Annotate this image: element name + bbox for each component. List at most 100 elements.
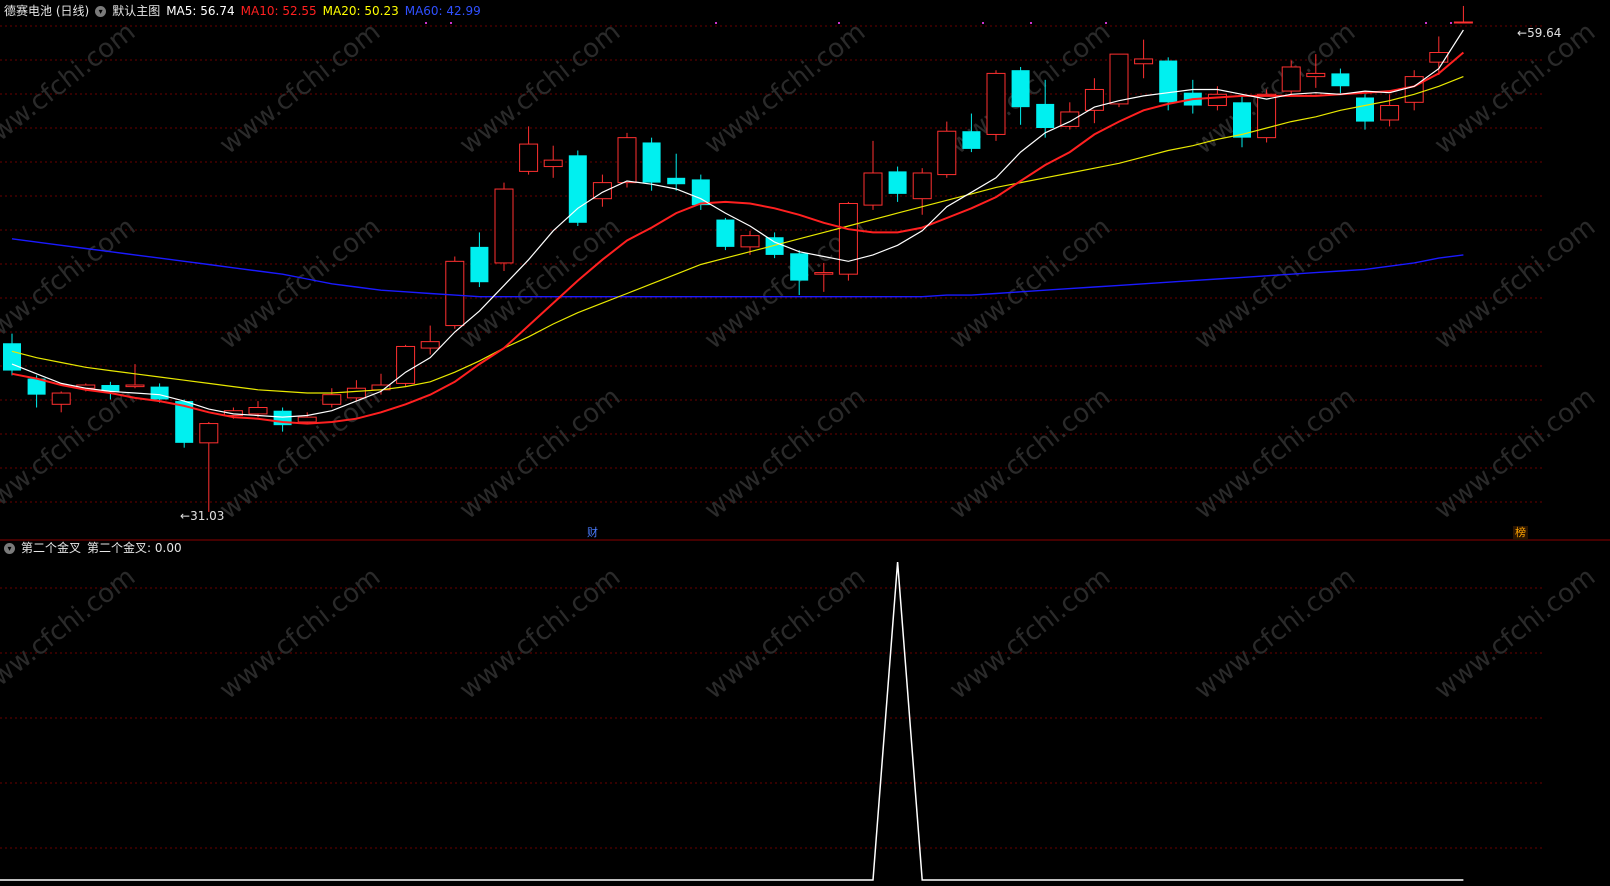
event-dot	[1450, 22, 1452, 24]
candle-body	[1257, 93, 1277, 139]
candle-body	[1281, 66, 1301, 92]
candle[interactable]	[642, 137, 661, 191]
candle[interactable]	[199, 421, 219, 512]
low-price-label: ←31.03	[180, 509, 225, 523]
candle[interactable]	[1134, 39, 1154, 79]
candle[interactable]	[322, 388, 342, 408]
event-dot	[1030, 22, 1032, 24]
watermark-text: www.cfchi.com	[214, 562, 386, 706]
candle-body	[814, 272, 834, 275]
candle-body	[322, 394, 342, 405]
candle-body	[863, 172, 883, 206]
candle[interactable]	[1453, 5, 1473, 24]
ma20-label: MA20: 50.23	[322, 4, 399, 18]
candle[interactable]	[494, 182, 514, 271]
candle[interactable]	[1331, 68, 1350, 95]
candle-body	[716, 219, 735, 247]
candle-body	[838, 203, 858, 275]
kline-chart[interactable]: www.cfchi.com www.cfchi.com www.cfchi.com w…	[0, 0, 1610, 886]
candle[interactable]	[1404, 70, 1424, 111]
event-dot	[450, 22, 452, 24]
candle-body	[568, 155, 587, 223]
candle-body	[297, 416, 317, 423]
indicator-value: 第二个金叉: 0.00	[87, 541, 182, 555]
candle-body	[1036, 103, 1055, 129]
candle[interactable]	[986, 70, 1006, 141]
candle[interactable]	[716, 217, 735, 251]
candle-body	[1159, 60, 1178, 103]
candle[interactable]	[592, 174, 612, 207]
candle-body	[691, 179, 710, 206]
candle[interactable]	[420, 325, 440, 355]
ma60-label: MA60: 42.99	[404, 4, 481, 18]
watermark-text: www.cfchi.com	[454, 382, 626, 526]
event-dot	[1105, 22, 1107, 24]
watermark-text: www.cfchi.com	[1429, 382, 1601, 526]
watermark-text: www.cfchi.com	[699, 17, 871, 161]
candle-body	[1306, 72, 1326, 78]
candle-body	[937, 130, 957, 176]
finance-event-marker[interactable]: 财	[585, 526, 600, 540]
event-dot	[838, 22, 840, 24]
template-name[interactable]: 默认主图	[112, 3, 160, 19]
candle[interactable]	[1060, 102, 1080, 130]
candle[interactable]	[445, 256, 465, 329]
watermark-text: www.cfchi.com	[1429, 212, 1601, 356]
watermark-text: www.cfchi.com	[0, 562, 141, 706]
candle[interactable]	[863, 140, 883, 210]
candle-body	[1331, 73, 1350, 87]
candle-body	[445, 260, 465, 327]
high-price-label: ←59.64	[1517, 26, 1562, 40]
candle[interactable]	[1356, 94, 1374, 130]
candle[interactable]	[667, 153, 686, 191]
candle-body	[420, 341, 440, 349]
candle[interactable]	[51, 391, 71, 413]
ma5-line	[11, 29, 1464, 418]
template-toggle-icon[interactable]: ▾	[95, 5, 107, 17]
candle[interactable]	[888, 166, 907, 202]
candle[interactable]	[838, 201, 858, 281]
watermark-text: www.cfchi.com	[1189, 382, 1361, 526]
candle-body	[1356, 97, 1374, 122]
ma10-label: MA10: 52.55	[240, 4, 317, 18]
candle[interactable]	[519, 126, 539, 175]
candle-body	[888, 171, 907, 194]
main-chart-header: 德赛电池 (日线) ▾ 默认主图 MA5: 56.74 MA10: 52.55 …	[4, 3, 487, 19]
candle[interactable]	[470, 232, 489, 288]
watermark-text: www.cfchi.com	[699, 382, 871, 526]
watermark-text: www.cfchi.com	[1429, 562, 1601, 706]
indicator-name[interactable]: 第二个金叉	[21, 540, 81, 556]
candle-body	[790, 253, 809, 281]
candle-body	[543, 159, 563, 168]
candle[interactable]	[273, 407, 292, 432]
candle-body	[1011, 70, 1030, 108]
candle-body	[1453, 21, 1473, 24]
indicator-toggle-icon[interactable]: ▾	[4, 542, 15, 554]
candle[interactable]	[1183, 79, 1202, 114]
candle-body	[962, 131, 981, 149]
ranking-event-marker[interactable]: 榜	[1513, 526, 1528, 540]
candle[interactable]	[1084, 78, 1104, 124]
candle-body	[346, 387, 366, 399]
candle[interactable]	[543, 145, 563, 178]
event-dot	[1425, 22, 1427, 24]
candle-body	[470, 246, 489, 283]
candle[interactable]	[1233, 95, 1251, 148]
watermark-text: www.cfchi.com	[0, 212, 141, 356]
candle-body	[912, 172, 932, 200]
candle[interactable]	[617, 132, 637, 188]
watermark-text: www.cfchi.com	[699, 562, 871, 706]
candle-body	[150, 386, 169, 400]
candle-body	[1134, 58, 1154, 65]
candle[interactable]	[691, 174, 710, 210]
watermark-text: www.cfchi.com	[1189, 212, 1361, 356]
candle[interactable]	[396, 344, 416, 387]
watermark-text: www.cfchi.com	[944, 382, 1116, 526]
event-dot	[982, 22, 984, 24]
watermark-text: www.cfchi.com	[454, 17, 626, 161]
sub-chart-header: ▾ 第二个金叉 第二个金叉: 0.00	[4, 540, 188, 556]
candle[interactable]	[125, 364, 145, 389]
ma5-label: MA5: 56.74	[166, 4, 235, 18]
candle-body	[199, 423, 219, 444]
watermark-text: www.cfchi.com	[454, 562, 626, 706]
